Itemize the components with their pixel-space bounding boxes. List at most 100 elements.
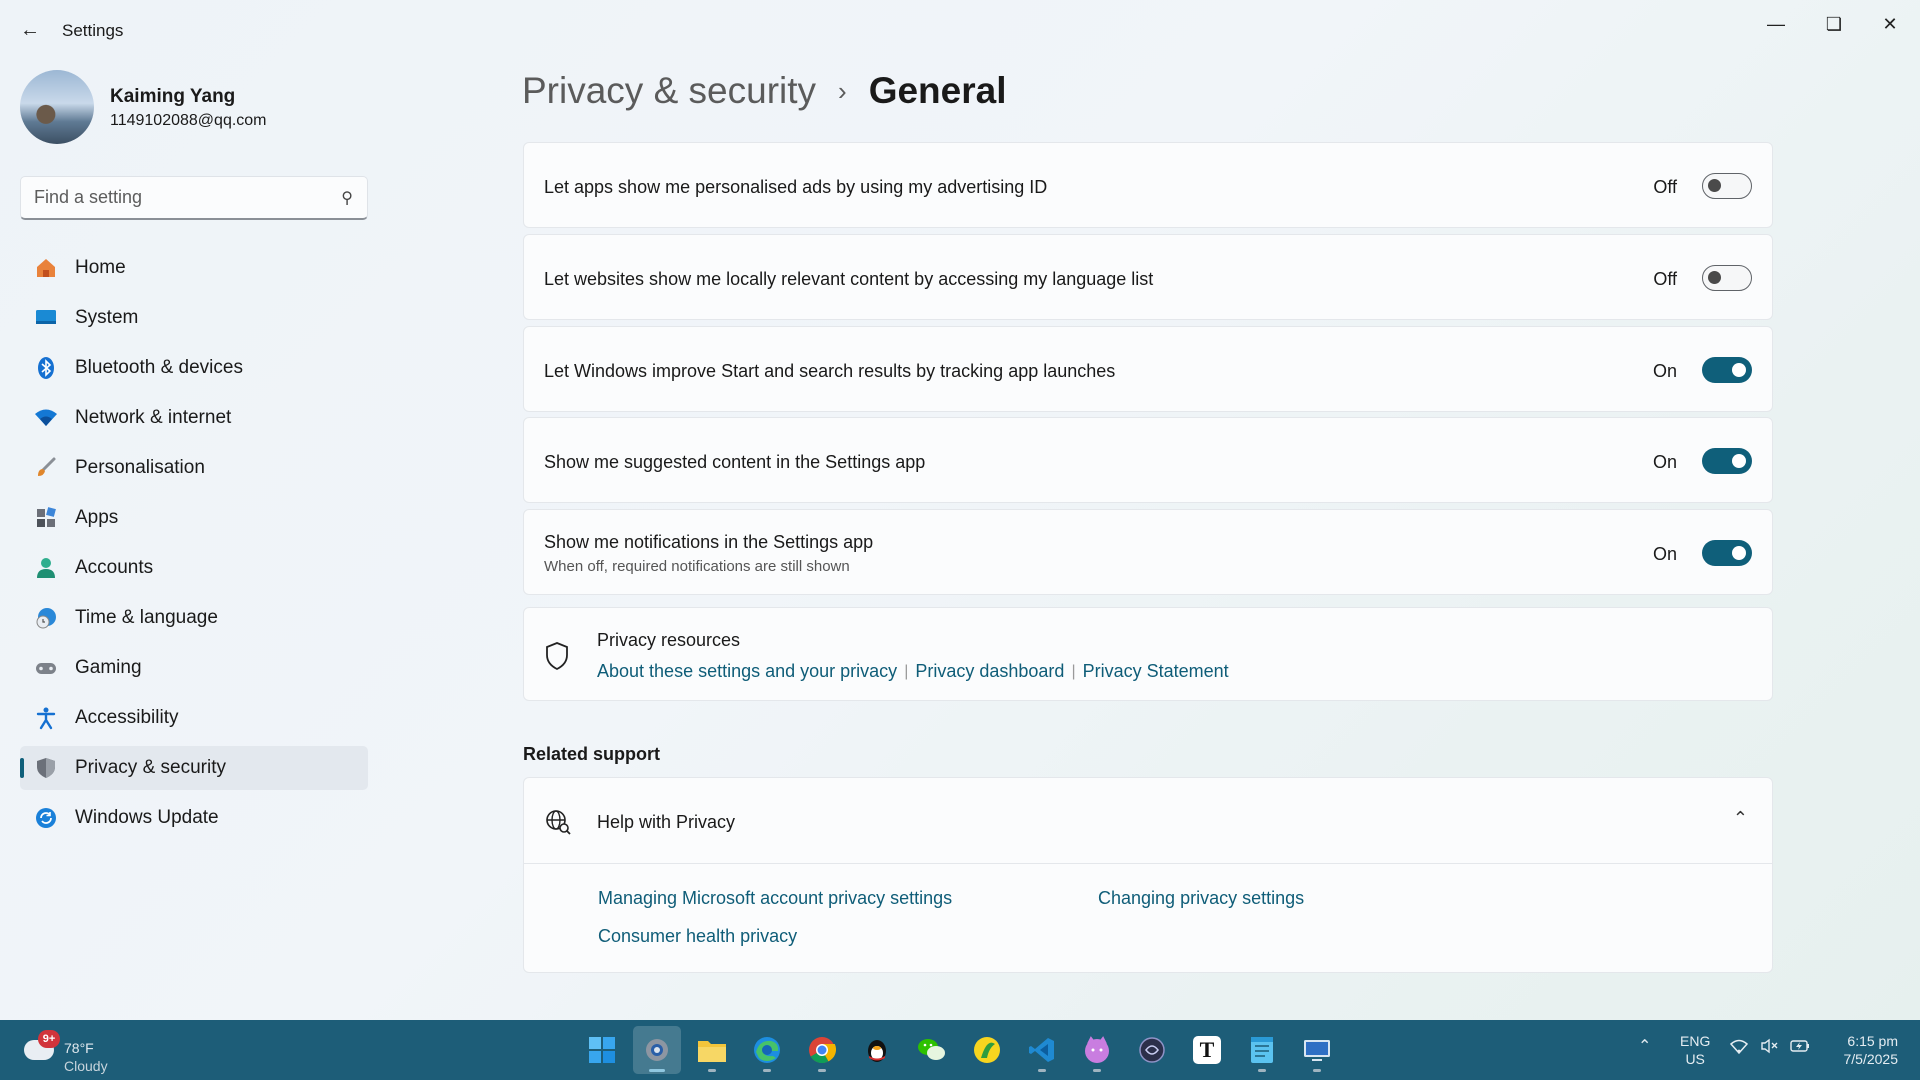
sidebar-item-label: Gaming (75, 657, 142, 678)
setting-label: Let websites show me locally relevant co… (544, 269, 1154, 289)
changing-privacy-settings-link[interactable]: Changing privacy settings (1098, 888, 1304, 909)
time-language-icon (32, 604, 60, 632)
link-divider: | (1071, 662, 1076, 680)
minimize-button[interactable]: — (1752, 8, 1800, 40)
sidebar-item-label: Personalisation (75, 457, 205, 478)
help-with-privacy-header[interactable]: Help with Privacy ⌃ (524, 778, 1772, 864)
sidebar: Home System Bluetooth & devices Network … (20, 246, 368, 846)
toggle-knob (1708, 271, 1721, 284)
running-indicator (1258, 1069, 1266, 1072)
running-indicator (1038, 1069, 1046, 1072)
notepad-icon (1251, 1037, 1273, 1063)
taskbar-chrome[interactable] (798, 1026, 846, 1074)
consumer-health-privacy-link[interactable]: Consumer health privacy (598, 926, 797, 947)
privacy-dashboard-link[interactable]: Privacy dashboard (915, 661, 1064, 682)
sidebar-item-bluetooth[interactable]: Bluetooth & devices (20, 346, 368, 390)
advertising-id-toggle[interactable] (1702, 173, 1752, 199)
toggle-knob (1732, 363, 1746, 377)
app-launches-toggle[interactable] (1702, 357, 1752, 383)
language-indicator[interactable]: ENG US (1680, 1032, 1710, 1068)
weather-condition: Cloudy (64, 1058, 108, 1074)
user-name: Kaiming Yang (110, 86, 236, 107)
taskbar-wechat[interactable] (908, 1026, 956, 1074)
notification-badge: 9+ (38, 1030, 60, 1048)
edge-icon (754, 1037, 780, 1063)
running-indicator (708, 1069, 716, 1072)
show-hidden-icons-chevron-icon[interactable]: ⌃ (1638, 1036, 1651, 1056)
setting-label: Show me notifications in the Settings ap… (544, 532, 874, 552)
sidebar-item-privacy-security[interactable]: Privacy & security (20, 746, 368, 790)
breadcrumb-parent[interactable]: Privacy & security (522, 70, 816, 112)
toggle-knob (1732, 454, 1746, 468)
wechat-icon (918, 1039, 945, 1060)
restore-button[interactable]: ❏ (1810, 8, 1858, 40)
taskbar-cat-app[interactable] (1073, 1026, 1121, 1074)
setting-label: Show me suggested content in the Setting… (544, 452, 926, 472)
sidebar-item-gaming[interactable]: Gaming (20, 646, 368, 690)
sidebar-item-windows-update[interactable]: Windows Update (20, 796, 368, 840)
vscode-icon (1029, 1038, 1054, 1062)
globe-search-icon (546, 810, 571, 835)
apps-icon (32, 504, 60, 532)
taskbar-app-circle[interactable] (1128, 1026, 1176, 1074)
running-indicator (649, 1069, 665, 1072)
chevron-up-icon[interactable]: ⌃ (1733, 808, 1748, 829)
app-title: Settings (62, 21, 124, 40)
weather-temperature: 78°F (64, 1040, 94, 1056)
taskbar-vscode[interactable] (1018, 1026, 1066, 1074)
clock[interactable]: 6:15 pm 7/5/2025 (1808, 1032, 1899, 1068)
taskbar: 9+ 78°F Cloudy T ⌃ ENG US 6:15 pm 7/5/20… (0, 1020, 1920, 1080)
sidebar-item-apps[interactable]: Apps (20, 496, 368, 540)
help-with-privacy-card: Help with Privacy ⌃ Managing Microsoft a… (523, 777, 1773, 973)
setting-label: Let Windows improve Start and search res… (544, 361, 1116, 381)
sidebar-item-label: Network & internet (75, 407, 232, 428)
suggested-content-toggle[interactable] (1702, 448, 1752, 474)
close-button[interactable]: ✕ (1866, 8, 1914, 40)
sidebar-item-label: Home (75, 257, 126, 278)
sidebar-item-network[interactable]: Network & internet (20, 396, 368, 440)
related-support-heading: Related support (523, 744, 661, 764)
start-button[interactable] (578, 1026, 626, 1074)
settings-gear-icon (646, 1039, 668, 1061)
system-tray-icons[interactable] (1730, 1038, 1810, 1054)
sidebar-item-time-language[interactable]: Time & language (20, 596, 368, 640)
search-icon[interactable]: ⚲ (341, 188, 353, 208)
taskbar-remote-desktop[interactable] (1293, 1026, 1341, 1074)
search-input[interactable] (21, 177, 321, 217)
weather-widget[interactable]: 9+ 78°F Cloudy (20, 1028, 130, 1074)
managing-account-privacy-link[interactable]: Managing Microsoft account privacy setti… (598, 888, 952, 909)
taskbar-typora[interactable]: T (1183, 1026, 1231, 1074)
privacy-statement-link[interactable]: Privacy Statement (1083, 661, 1229, 682)
taskbar-qq[interactable] (853, 1026, 901, 1074)
search-box: ⚲ (20, 176, 368, 220)
setting-card-app-launches: Let Windows improve Start and search res… (523, 326, 1773, 412)
about-privacy-link[interactable]: About these settings and your privacy (597, 661, 897, 682)
folder-icon (698, 1041, 726, 1062)
sidebar-item-system[interactable]: System (20, 296, 368, 340)
avatar[interactable] (20, 70, 94, 144)
taskbar-file-explorer[interactable] (688, 1026, 736, 1074)
language-list-toggle[interactable] (1702, 265, 1752, 291)
chrome-icon (809, 1037, 836, 1064)
toggle-knob (1708, 179, 1721, 192)
taskbar-settings[interactable] (633, 1026, 681, 1074)
notifications-toggle[interactable] (1702, 540, 1752, 566)
sidebar-item-personalisation[interactable]: Personalisation (20, 446, 368, 490)
battery-charging-icon (1790, 1040, 1809, 1052)
app-icon (1139, 1037, 1165, 1063)
sidebar-item-home[interactable]: Home (20, 246, 368, 290)
taskbar-notepad[interactable] (1238, 1026, 1286, 1074)
sidebar-item-accounts[interactable]: Accounts (20, 546, 368, 590)
sidebar-item-accessibility[interactable]: Accessibility (20, 696, 368, 740)
wifi-icon (1730, 1039, 1748, 1054)
taskbar-edge[interactable] (743, 1026, 791, 1074)
remote-desktop-icon (1304, 1040, 1330, 1061)
shield-outline-icon (546, 642, 568, 671)
setting-card-language-list: Let websites show me locally relevant co… (523, 234, 1773, 320)
back-arrow-icon[interactable]: ← (18, 18, 42, 42)
sidebar-item-label: Windows Update (75, 807, 219, 828)
toggle-state-text: On (1652, 544, 1677, 564)
privacy-resources-title: Privacy resources (597, 630, 741, 650)
setting-card-advertising-id: Let apps show me personalised ads by usi… (523, 142, 1773, 228)
taskbar-app-yellow[interactable] (963, 1026, 1011, 1074)
